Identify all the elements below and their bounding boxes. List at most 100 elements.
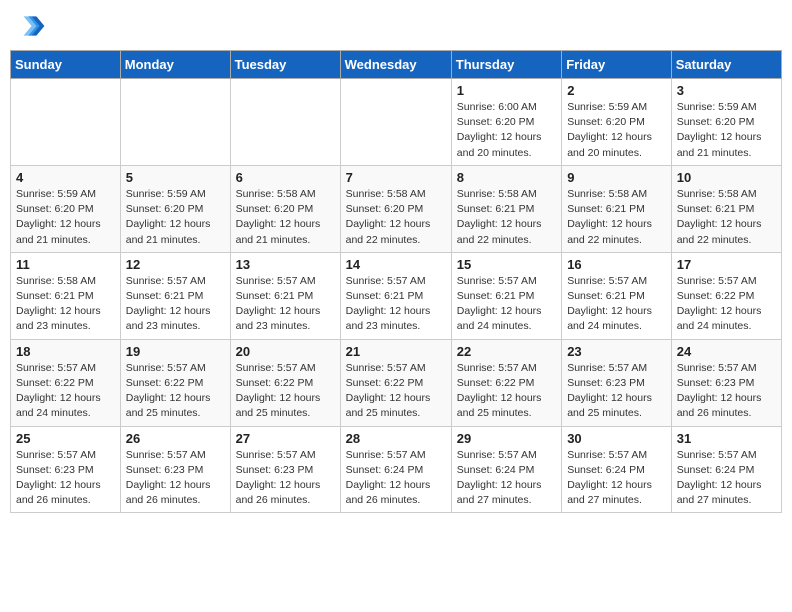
day-number: 18 xyxy=(16,344,115,359)
day-info: Sunrise: 5:57 AM Sunset: 6:22 PM Dayligh… xyxy=(126,361,225,422)
day-info: Sunrise: 5:58 AM Sunset: 6:21 PM Dayligh… xyxy=(457,187,556,248)
calendar-cell: 1 Sunrise: 6:00 AM Sunset: 6:20 PM Daylig… xyxy=(451,79,561,166)
day-number: 17 xyxy=(677,257,776,272)
calendar-cell: 15 Sunrise: 5:57 AM Sunset: 6:21 PM Dayli… xyxy=(451,252,561,339)
day-info: Sunrise: 5:59 AM Sunset: 6:20 PM Dayligh… xyxy=(567,100,666,161)
day-info: Sunrise: 5:57 AM Sunset: 6:21 PM Dayligh… xyxy=(236,274,335,335)
day-info: Sunrise: 5:59 AM Sunset: 6:20 PM Dayligh… xyxy=(126,187,225,248)
day-number: 4 xyxy=(16,170,115,185)
weekday-header: Monday xyxy=(120,51,230,79)
calendar-cell: 8 Sunrise: 5:58 AM Sunset: 6:21 PM Daylig… xyxy=(451,165,561,252)
weekday-header: Wednesday xyxy=(340,51,451,79)
weekday-header: Tuesday xyxy=(230,51,340,79)
logo-icon xyxy=(14,10,46,42)
calendar-cell: 17 Sunrise: 5:57 AM Sunset: 6:22 PM Dayli… xyxy=(671,252,781,339)
calendar-cell: 16 Sunrise: 5:57 AM Sunset: 6:21 PM Dayli… xyxy=(562,252,672,339)
day-number: 3 xyxy=(677,83,776,98)
calendar-cell: 10 Sunrise: 5:58 AM Sunset: 6:21 PM Dayli… xyxy=(671,165,781,252)
day-number: 10 xyxy=(677,170,776,185)
day-info: Sunrise: 5:57 AM Sunset: 6:21 PM Dayligh… xyxy=(567,274,666,335)
day-info: Sunrise: 5:57 AM Sunset: 6:22 PM Dayligh… xyxy=(346,361,446,422)
day-number: 13 xyxy=(236,257,335,272)
day-info: Sunrise: 5:57 AM Sunset: 6:23 PM Dayligh… xyxy=(567,361,666,422)
page-header xyxy=(10,10,782,42)
day-info: Sunrise: 5:57 AM Sunset: 6:22 PM Dayligh… xyxy=(457,361,556,422)
day-number: 19 xyxy=(126,344,225,359)
day-number: 12 xyxy=(126,257,225,272)
day-number: 11 xyxy=(16,257,115,272)
day-number: 5 xyxy=(126,170,225,185)
day-number: 8 xyxy=(457,170,556,185)
calendar-week: 1 Sunrise: 6:00 AM Sunset: 6:20 PM Daylig… xyxy=(11,79,782,166)
day-info: Sunrise: 5:57 AM Sunset: 6:24 PM Dayligh… xyxy=(346,448,446,509)
calendar-cell: 13 Sunrise: 5:57 AM Sunset: 6:21 PM Dayli… xyxy=(230,252,340,339)
calendar-cell: 3 Sunrise: 5:59 AM Sunset: 6:20 PM Daylig… xyxy=(671,79,781,166)
day-number: 30 xyxy=(567,431,666,446)
calendar-table: SundayMondayTuesdayWednesdayThursdayFrid… xyxy=(10,50,782,513)
day-number: 7 xyxy=(346,170,446,185)
day-info: Sunrise: 5:57 AM Sunset: 6:23 PM Dayligh… xyxy=(16,448,115,509)
day-info: Sunrise: 5:57 AM Sunset: 6:21 PM Dayligh… xyxy=(346,274,446,335)
calendar-body: 1 Sunrise: 6:00 AM Sunset: 6:20 PM Daylig… xyxy=(11,79,782,513)
calendar-cell: 2Sunrise: 5:59 AM Sunset: 6:20 PM Daylig… xyxy=(562,79,672,166)
weekday-header: Friday xyxy=(562,51,672,79)
calendar-cell: 23Sunrise: 5:57 AM Sunset: 6:23 PM Dayli… xyxy=(562,339,672,426)
logo xyxy=(14,10,50,42)
calendar-cell: 5 Sunrise: 5:59 AM Sunset: 6:20 PM Daylig… xyxy=(120,165,230,252)
calendar-cell: 11 Sunrise: 5:58 AM Sunset: 6:21 PM Dayli… xyxy=(11,252,121,339)
calendar-cell xyxy=(340,79,451,166)
day-info: Sunrise: 5:58 AM Sunset: 6:21 PM Dayligh… xyxy=(567,187,666,248)
calendar-cell: 24 Sunrise: 5:57 AM Sunset: 6:23 PM Dayli… xyxy=(671,339,781,426)
day-number: 27 xyxy=(236,431,335,446)
calendar-cell: 31Sunrise: 5:57 AM Sunset: 6:24 PM Dayli… xyxy=(671,426,781,513)
calendar-cell: 29Sunrise: 5:57 AM Sunset: 6:24 PM Dayli… xyxy=(451,426,561,513)
day-info: Sunrise: 5:57 AM Sunset: 6:22 PM Dayligh… xyxy=(677,274,776,335)
day-number: 14 xyxy=(346,257,446,272)
day-info: Sunrise: 5:57 AM Sunset: 6:21 PM Dayligh… xyxy=(457,274,556,335)
calendar-cell: 27 Sunrise: 5:57 AM Sunset: 6:23 PM Dayli… xyxy=(230,426,340,513)
day-number: 22 xyxy=(457,344,556,359)
calendar-cell: 7Sunrise: 5:58 AM Sunset: 6:20 PM Daylig… xyxy=(340,165,451,252)
calendar-cell: 14 Sunrise: 5:57 AM Sunset: 6:21 PM Dayli… xyxy=(340,252,451,339)
calendar-week: 18 Sunrise: 5:57 AM Sunset: 6:22 PM Dayli… xyxy=(11,339,782,426)
day-number: 24 xyxy=(677,344,776,359)
day-number: 26 xyxy=(126,431,225,446)
calendar-week: 4 Sunrise: 5:59 AM Sunset: 6:20 PM Daylig… xyxy=(11,165,782,252)
calendar-week: 25 Sunrise: 5:57 AM Sunset: 6:23 PM Dayli… xyxy=(11,426,782,513)
calendar-cell: 30Sunrise: 5:57 AM Sunset: 6:24 PM Dayli… xyxy=(562,426,672,513)
weekday-header: Thursday xyxy=(451,51,561,79)
calendar-cell: 25 Sunrise: 5:57 AM Sunset: 6:23 PM Dayli… xyxy=(11,426,121,513)
calendar-cell: 20 Sunrise: 5:57 AM Sunset: 6:22 PM Dayli… xyxy=(230,339,340,426)
day-number: 20 xyxy=(236,344,335,359)
day-info: Sunrise: 5:59 AM Sunset: 6:20 PM Dayligh… xyxy=(677,100,776,161)
calendar-cell: 6Sunrise: 5:58 AM Sunset: 6:20 PM Daylig… xyxy=(230,165,340,252)
calendar-week: 11 Sunrise: 5:58 AM Sunset: 6:21 PM Dayli… xyxy=(11,252,782,339)
day-number: 16 xyxy=(567,257,666,272)
calendar-cell xyxy=(11,79,121,166)
day-number: 6 xyxy=(236,170,335,185)
calendar-cell: 4Sunrise: 5:59 AM Sunset: 6:20 PM Daylig… xyxy=(11,165,121,252)
day-number: 15 xyxy=(457,257,556,272)
calendar-cell: 12 Sunrise: 5:57 AM Sunset: 6:21 PM Dayli… xyxy=(120,252,230,339)
day-info: Sunrise: 5:58 AM Sunset: 6:21 PM Dayligh… xyxy=(16,274,115,335)
calendar-cell: 19 Sunrise: 5:57 AM Sunset: 6:22 PM Dayli… xyxy=(120,339,230,426)
day-number: 28 xyxy=(346,431,446,446)
day-number: 9 xyxy=(567,170,666,185)
weekday-row: SundayMondayTuesdayWednesdayThursdayFrid… xyxy=(11,51,782,79)
day-info: Sunrise: 5:57 AM Sunset: 6:22 PM Dayligh… xyxy=(236,361,335,422)
day-number: 31 xyxy=(677,431,776,446)
day-number: 1 xyxy=(457,83,556,98)
calendar-cell: 28 Sunrise: 5:57 AM Sunset: 6:24 PM Dayli… xyxy=(340,426,451,513)
day-info: Sunrise: 5:57 AM Sunset: 6:23 PM Dayligh… xyxy=(677,361,776,422)
day-number: 25 xyxy=(16,431,115,446)
day-info: Sunrise: 5:57 AM Sunset: 6:22 PM Dayligh… xyxy=(16,361,115,422)
calendar-cell: 21Sunrise: 5:57 AM Sunset: 6:22 PM Dayli… xyxy=(340,339,451,426)
day-info: Sunrise: 6:00 AM Sunset: 6:20 PM Dayligh… xyxy=(457,100,556,161)
calendar-header: SundayMondayTuesdayWednesdayThursdayFrid… xyxy=(11,51,782,79)
calendar-cell xyxy=(120,79,230,166)
day-info: Sunrise: 5:57 AM Sunset: 6:21 PM Dayligh… xyxy=(126,274,225,335)
day-info: Sunrise: 5:58 AM Sunset: 6:21 PM Dayligh… xyxy=(677,187,776,248)
weekday-header: Sunday xyxy=(11,51,121,79)
day-info: Sunrise: 5:57 AM Sunset: 6:24 PM Dayligh… xyxy=(457,448,556,509)
day-info: Sunrise: 5:57 AM Sunset: 6:23 PM Dayligh… xyxy=(236,448,335,509)
